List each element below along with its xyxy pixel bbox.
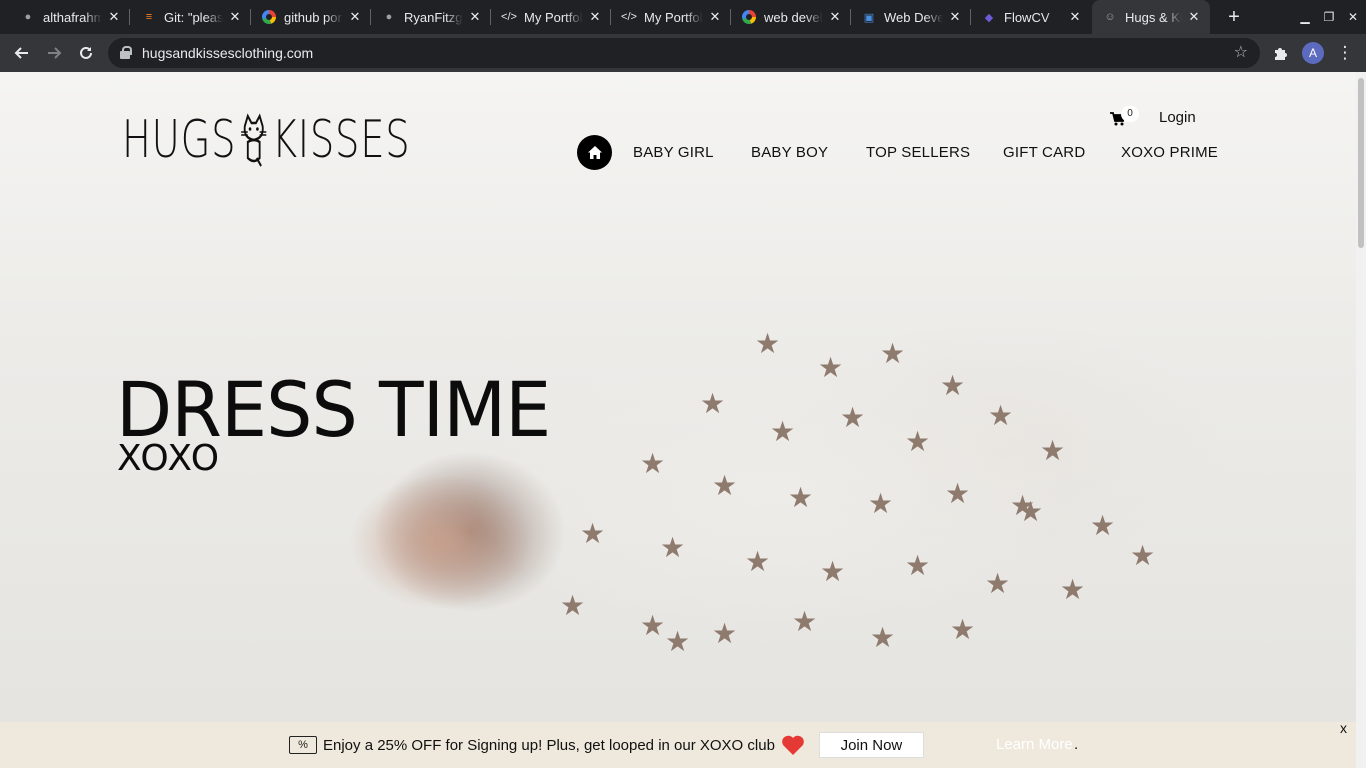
restore-icon[interactable]: ❐ bbox=[1318, 6, 1340, 28]
profile-avatar[interactable]: A bbox=[1302, 42, 1324, 64]
nav-baby-boy[interactable]: BABY BOY bbox=[751, 144, 828, 161]
coupon-icon: % bbox=[289, 736, 317, 754]
extensions-puzzle-icon[interactable] bbox=[1266, 39, 1294, 67]
close-tab-icon[interactable]: ✕ bbox=[947, 9, 963, 25]
home-button[interactable] bbox=[577, 135, 612, 170]
bookmark-star-icon[interactable]: ☆ bbox=[1234, 38, 1248, 68]
flowcv-icon: ◆ bbox=[984, 11, 994, 24]
minimize-icon[interactable]: ▁ bbox=[1294, 6, 1316, 28]
nav-top-sellers[interactable]: TOP SELLERS bbox=[866, 144, 970, 161]
nav-gift-card[interactable]: GIFT CARD bbox=[1003, 144, 1085, 161]
nav-baby-girl[interactable]: BABY GIRL bbox=[633, 144, 714, 161]
lock-icon bbox=[120, 46, 132, 59]
logo-text-left: HUGS bbox=[122, 110, 237, 170]
browser-tab[interactable]: ≡ Git: "please ✕ bbox=[131, 0, 251, 34]
heart-icon bbox=[782, 735, 804, 755]
hero-subtitle: XOXO bbox=[117, 438, 221, 479]
browser-tab[interactable]: </> My Portfolio ✕ bbox=[491, 0, 611, 34]
stackoverflow-icon: ≡ bbox=[145, 11, 153, 23]
code-icon: </> bbox=[501, 11, 517, 23]
home-icon bbox=[587, 146, 602, 159]
cart-count-badge: 0 bbox=[1121, 106, 1139, 122]
cat-icon: ☺ bbox=[1104, 11, 1116, 23]
close-tab-icon[interactable]: ✕ bbox=[587, 9, 603, 25]
browser-tab-active[interactable]: ☺ Hugs & Kisses ✕ bbox=[1092, 0, 1210, 34]
github-icon: ● bbox=[385, 11, 393, 23]
promo-text: Enjoy a 25% OFF for Signing up! Plus, ge… bbox=[323, 736, 775, 754]
google-icon bbox=[741, 9, 757, 25]
promo-banner: % Enjoy a 25% OFF for Signing up! Plus, … bbox=[0, 722, 1356, 768]
browser-tab[interactable]: ● althafrahman ✕ bbox=[10, 0, 130, 34]
login-link[interactable]: Login bbox=[1159, 109, 1196, 126]
browser-tab-strip: ● althafrahman ✕ ≡ Git: "please ✕ github… bbox=[0, 0, 1366, 34]
close-tab-icon[interactable]: ✕ bbox=[827, 9, 843, 25]
url-text[interactable]: hugsandkissesclothing.com bbox=[142, 38, 313, 68]
close-tab-icon[interactable]: ✕ bbox=[1186, 9, 1202, 25]
close-tab-icon[interactable]: ✕ bbox=[467, 9, 483, 25]
browser-tab[interactable]: </> My Portfolio ✕ bbox=[611, 0, 731, 34]
learn-more-period: . bbox=[1074, 736, 1079, 753]
menu-kebab-icon[interactable]: ⋮ bbox=[1331, 39, 1359, 67]
google-icon bbox=[261, 9, 277, 25]
browser-tab[interactable]: ◆ FlowCV ✕ bbox=[971, 0, 1091, 34]
site-logo[interactable]: HUGS KISSES bbox=[122, 110, 410, 170]
logo-text-right: KISSES bbox=[271, 110, 411, 170]
reload-icon[interactable] bbox=[72, 39, 100, 67]
close-window-icon[interactable]: ✕ bbox=[1342, 6, 1364, 28]
page-scrollbar-thumb[interactable] bbox=[1358, 78, 1364, 248]
hero-section: ★ ★ ★ ★ ★ ★ ★ ★ ★ ★ ★ ★ ★ ★ ★ ★ ★ ★ ★ ★ … bbox=[0, 72, 1356, 768]
close-tab-icon[interactable]: ✕ bbox=[1067, 9, 1083, 25]
browser-tab[interactable]: ▣ Web Developer ✕ bbox=[851, 0, 971, 34]
back-icon[interactable] bbox=[8, 39, 36, 67]
close-tab-icon[interactable]: ✕ bbox=[227, 9, 243, 25]
new-tab-button[interactable]: + bbox=[1222, 5, 1246, 29]
browser-toolbar: hugsandkissesclothing.com ☆ A ⋮ bbox=[0, 34, 1366, 72]
github-icon: ● bbox=[24, 11, 32, 23]
learn-more-link[interactable]: Learn More bbox=[996, 722, 1073, 768]
browser-tab[interactable]: ● RyanFitzgerald ✕ bbox=[371, 0, 491, 34]
close-tab-icon[interactable]: ✕ bbox=[707, 9, 723, 25]
forward-icon[interactable] bbox=[40, 39, 68, 67]
close-tab-icon[interactable]: ✕ bbox=[106, 9, 122, 25]
cat-logo-icon bbox=[241, 113, 267, 167]
code-icon: </> bbox=[621, 11, 637, 23]
close-tab-icon[interactable]: ✕ bbox=[347, 9, 363, 25]
browser-tab[interactable]: github portfolio ✕ bbox=[251, 0, 371, 34]
browser-tab[interactable]: web developer ✕ bbox=[731, 0, 851, 34]
join-now-button[interactable]: Join Now bbox=[818, 732, 924, 758]
promo-close-button[interactable]: x bbox=[1340, 720, 1347, 736]
address-bar[interactable]: hugsandkissesclothing.com ☆ bbox=[108, 38, 1260, 68]
nav-xoxo-prime[interactable]: XOXO PRIME bbox=[1121, 144, 1218, 161]
document-icon: ▣ bbox=[863, 11, 875, 24]
